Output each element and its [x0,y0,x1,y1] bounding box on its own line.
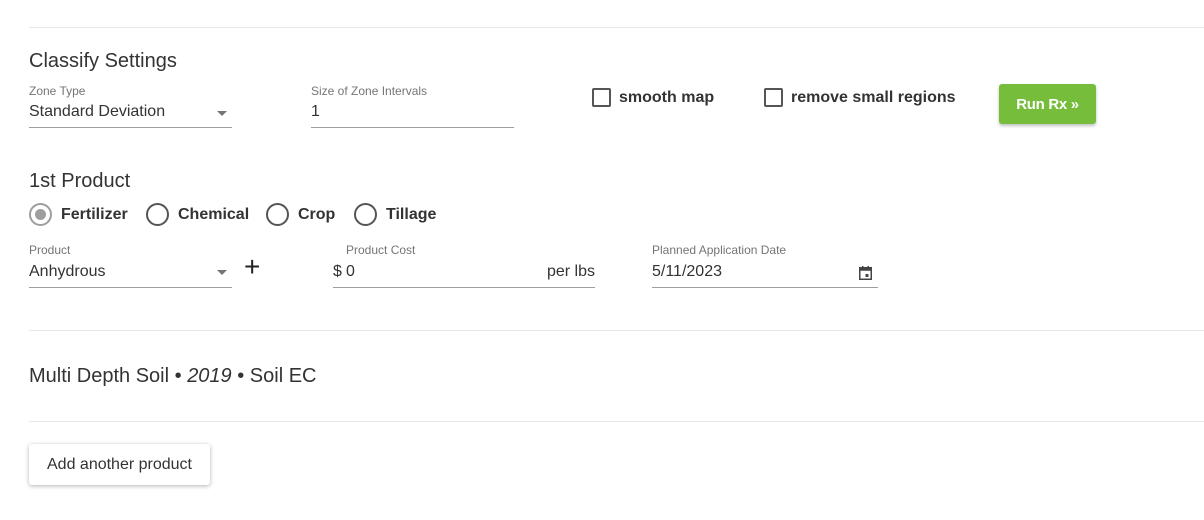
smooth-map-checkbox[interactable] [592,88,611,107]
product-cost-label: Product Cost [346,243,416,257]
radio-crop[interactable] [266,203,289,226]
radio-tillage-label[interactable]: Tillage [386,206,436,224]
radio-fertilizer-label[interactable]: Fertilizer [61,206,128,224]
layer-name-part2: • Soil EC [237,365,317,387]
chevron-down-icon [217,270,227,275]
product-cost-input[interactable]: $ 0 per lbs [333,259,595,288]
run-rx-button[interactable]: Run Rx » [999,84,1096,124]
calendar-icon[interactable] [859,266,872,280]
smooth-map-label[interactable]: smooth map [619,89,714,107]
radio-fertilizer[interactable] [29,203,52,226]
size-intervals-label: Size of Zone Intervals [311,84,428,98]
section-divider [29,330,1204,331]
chevron-down-icon [217,111,227,116]
product-label: Product [29,243,71,257]
first-product-title: 1st Product [29,170,131,192]
application-date-value: 5/11/2023 [652,263,722,280]
zone-type-underline [29,127,232,128]
zone-type-select[interactable]: Standard Deviation [29,100,232,128]
product-underline [29,287,232,288]
cost-suffix: per lbs [546,263,595,280]
layer-title: Multi Depth Soil • 2019 • Soil EC [29,365,317,388]
classify-settings-title: Classify Settings [29,50,177,72]
radio-crop-label[interactable]: Crop [298,206,335,224]
layer-name-part1: Multi Depth Soil • [29,365,182,387]
zone-type-label: Zone Type [29,84,86,98]
zone-type-value: Standard Deviation [29,103,166,120]
radio-tillage[interactable] [354,203,377,226]
radio-chemical-label[interactable]: Chemical [178,206,249,224]
product-cost-underline [333,287,595,288]
product-value: Anhydrous [29,263,106,280]
product-select[interactable]: Anhydrous [29,259,232,288]
cost-prefix: $ [333,263,342,280]
radio-selected-dot [35,209,46,220]
application-date-underline [652,287,878,288]
add-another-product-button[interactable]: Add another product [29,444,210,485]
radio-chemical[interactable] [146,203,169,226]
size-intervals-value: 1 [311,103,320,120]
top-divider [29,27,1204,28]
cost-value: 0 [346,263,355,280]
layer-divider [29,421,1204,422]
layer-year: 2019 [187,365,232,387]
application-date-label: Planned Application Date [652,243,787,257]
plus-icon[interactable]: + [244,253,260,281]
size-intervals-underline [311,127,514,128]
remove-small-regions-checkbox[interactable] [764,88,783,107]
remove-small-regions-label[interactable]: remove small regions [791,89,956,107]
size-intervals-input[interactable]: 1 [311,100,514,128]
application-date-input[interactable]: 5/11/2023 [652,259,878,288]
